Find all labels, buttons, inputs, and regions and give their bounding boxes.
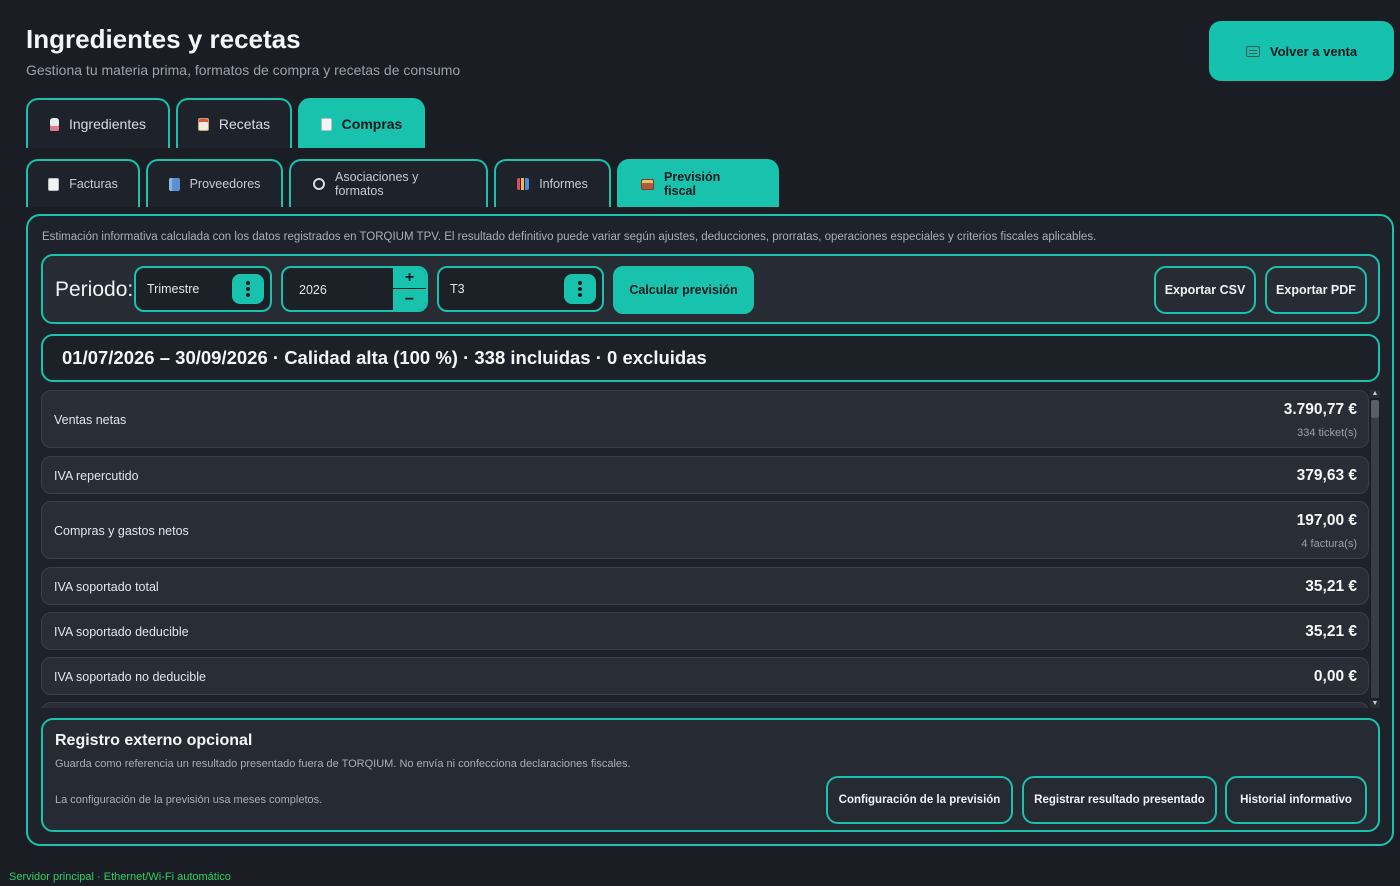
list-item-partial [41,702,1369,708]
list-item: Ventas netas 3.790,77 € 334 ticket(s) [41,390,1369,448]
bottle-icon [49,117,59,131]
period-type-menu-icon[interactable] [232,274,264,304]
export-csv-button[interactable]: Exportar CSV [1154,266,1256,314]
tab-label: Asociaciones y formatos [335,170,419,198]
row-label: IVA soportado total [54,580,159,594]
results-scrollbar[interactable]: ▲ ▼ [1370,390,1380,708]
period-label: Periodo: [55,278,134,301]
tab-label: Informes [539,177,588,191]
quarter-value: T3 [450,282,465,296]
list-item: IVA repercutido 379,63 € [41,456,1369,494]
period-summary: 01/07/2026 – 30/09/2026 · Calidad alta (… [41,334,1380,382]
period-type-value: Trimestre [147,282,200,296]
tab-label: Recetas [218,116,271,132]
scroll-up-icon[interactable]: ▲ [1370,390,1380,398]
back-to-sale-button[interactable]: Volver a venta [1209,21,1394,81]
list-item: Compras y gastos netos 197,00 € 4 factur… [41,501,1369,559]
row-label: IVA soportado no deducible [54,670,206,684]
tab-proveedores[interactable]: Proveedores [146,159,283,207]
external-record-title: Registro externo opcional [55,732,253,749]
scroll-thumb[interactable] [1371,400,1379,418]
row-amount: 0,00 € [1313,668,1357,685]
page-title: Ingredientes y recetas [26,24,301,54]
register-result-button[interactable]: Registrar resultado presentado [1022,776,1217,824]
row-label: IVA repercutido [54,469,139,483]
year-increment-button[interactable]: + [393,268,426,289]
tab-ingredientes[interactable]: Ingredientes [26,98,170,148]
tab-prevision-fiscal[interactable]: Previsión fiscal [617,159,779,207]
period-toolbar: Periodo: Trimestre 2026 + − T3 Calcular … [41,254,1380,324]
row-label: IVA soportado deducible [54,625,189,639]
export-pdf-button[interactable]: Exportar PDF [1265,266,1367,314]
bar-chart-icon [517,178,530,190]
tab-label: Previsión fiscal [664,170,721,198]
connection-status: Servidor principal · Ethernet/Wi-Fi auto… [9,871,231,883]
row-amount: 35,21 € [1305,578,1357,595]
tab-label: Compras [341,116,403,132]
row-amount: 379,63 € [1296,467,1357,484]
sub-tabs: Facturas Proveedores Asociaciones y form… [26,159,779,207]
list-item: IVA soportado total 35,21 € [41,567,1369,605]
period-type-select[interactable]: Trimestre [134,266,272,312]
calculate-forecast-button[interactable]: Calcular previsión [613,266,754,314]
tab-informes[interactable]: Informes [494,159,611,207]
history-button[interactable]: Historial informativo [1225,776,1367,824]
clipboard-icon [197,117,209,131]
external-record-section: Registro externo opcional Guarda como re… [41,718,1380,832]
receipt-icon [320,117,332,131]
scroll-rail [1371,418,1379,698]
abacus-icon [641,178,654,190]
tab-label: Facturas [69,177,118,191]
row-amount: 3.790,77 € [1283,401,1357,418]
row-label: Compras y gastos netos [54,524,189,538]
row-label: Ventas netas [54,413,127,427]
quarter-select[interactable]: T3 [437,266,604,312]
results-list[interactable]: Ventas netas 3.790,77 € 334 ticket(s) IV… [41,390,1369,708]
back-to-sale-label: Volver a venta [1269,43,1358,59]
tab-label: Ingredientes [68,116,147,132]
page-subtitle: Gestiona tu materia prima, formatos de c… [26,62,461,78]
year-decrement-button[interactable]: − [393,289,426,310]
list-item: IVA soportado deducible 35,21 € [41,612,1369,650]
year-value: 2026 [299,283,327,297]
scroll-down-icon[interactable]: ▼ [1370,700,1380,708]
tab-label: Proveedores [189,177,261,191]
list-item: IVA soportado no deducible 0,00 € [41,657,1369,695]
row-amount: 35,21 € [1305,623,1357,640]
cash-register-icon [1245,45,1260,57]
forecast-settings-button[interactable]: Configuración de la previsión [826,776,1013,824]
row-detail: 334 ticket(s) [1297,427,1357,439]
disclaimer-text: Estimación informativa calculada con los… [42,231,1097,243]
link-icon [310,175,328,193]
external-record-description: Guarda como referencia un resultado pres… [55,758,631,770]
tab-facturas[interactable]: Facturas [26,159,140,207]
year-stepper[interactable]: 2026 + − [281,266,428,312]
row-amount: 197,00 € [1296,512,1357,529]
external-record-note: La configuración de la previsión usa mes… [55,794,323,806]
building-icon [168,177,180,191]
tab-asociaciones[interactable]: Asociaciones y formatos [289,159,488,207]
tab-compras[interactable]: Compras [298,98,425,148]
row-detail: 4 factura(s) [1301,538,1357,550]
main-tabs: Ingredientes Recetas Compras [26,98,425,148]
quarter-menu-icon[interactable] [564,274,596,304]
fiscal-forecast-panel: Estimación informativa calculada con los… [26,214,1394,846]
tab-recetas[interactable]: Recetas [176,98,292,148]
receipt-icon [48,177,60,191]
